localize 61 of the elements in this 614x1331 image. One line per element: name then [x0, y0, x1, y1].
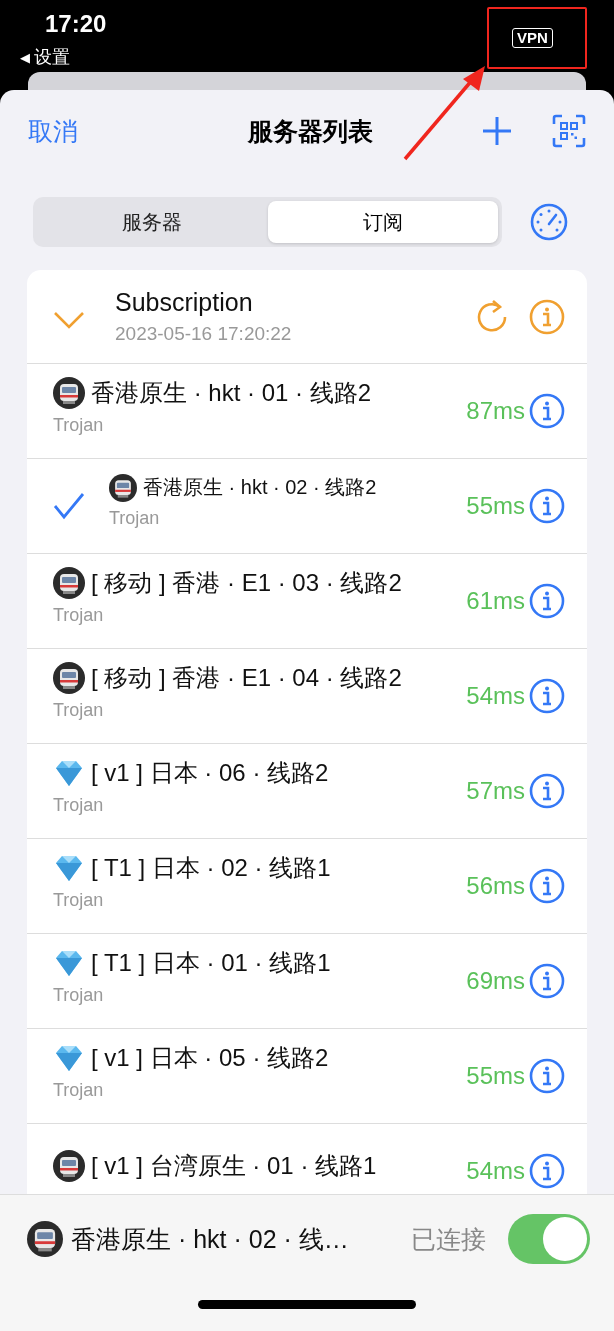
server-name[interactable]: [ T1 ] 日本 · 01 · 线路1: [91, 946, 331, 979]
info-icon[interactable]: [529, 1058, 565, 1094]
update-time: 2023-05-16 17:20:22: [115, 323, 293, 345]
train-icon: [53, 1150, 85, 1182]
latency: 55ms: [466, 492, 525, 520]
add-icon[interactable]: [482, 116, 512, 146]
server-protocol: Trojan: [53, 984, 105, 1006]
status-time: 17:20: [45, 10, 107, 38]
qr-scan-icon[interactable]: [552, 114, 586, 148]
train-icon: [27, 1221, 63, 1257]
back-link[interactable]: 设置: [34, 45, 70, 69]
server-protocol: Trojan: [53, 889, 105, 911]
latency: 69ms: [466, 967, 525, 995]
server-protocol: Trojan: [53, 414, 105, 436]
info-icon[interactable]: [529, 963, 565, 999]
info-icon[interactable]: [529, 678, 565, 714]
latency: 54ms: [466, 682, 525, 710]
connection-status: 已连接: [410, 1223, 486, 1255]
refresh-icon[interactable]: [475, 298, 509, 335]
vpn-toggle[interactable]: [508, 1214, 590, 1264]
info-icon[interactable]: [529, 868, 565, 904]
server-name[interactable]: [ 移动 ] 香港 · E1 · 04 · 线路2: [91, 661, 402, 694]
server-name[interactable]: [ v1 ] 日本 · 05 · 线路2: [91, 1041, 329, 1074]
server-name[interactable]: [ T1 ] 日本 · 02 · 线路1: [91, 851, 331, 884]
train-icon: [53, 376, 85, 409]
latency: 54ms: [466, 1157, 525, 1185]
checkmark-icon: [53, 492, 85, 520]
info-icon[interactable]: [529, 298, 565, 335]
latency: 61ms: [466, 587, 525, 615]
screen-title: 服务器列表: [246, 115, 374, 147]
train-icon: [109, 473, 137, 502]
server-protocol: Trojan: [53, 699, 105, 721]
server-name[interactable]: [ v1 ] 日本 · 06 · 线路2: [91, 756, 329, 789]
latency: 55ms: [466, 1062, 525, 1090]
latency: 56ms: [466, 872, 525, 900]
train-icon: [53, 661, 85, 694]
segment-tab[interactable]: 订阅: [267, 201, 498, 243]
current-server: 香港原生 · hkt · 02 · 线…: [71, 1223, 349, 1255]
info-icon[interactable]: [529, 773, 565, 809]
info-icon[interactable]: [529, 583, 565, 619]
server-protocol: Trojan: [53, 1079, 105, 1101]
segment-tab[interactable]: 服务器: [37, 201, 268, 243]
group-name: Subscription: [115, 288, 254, 317]
latency: 87ms: [466, 397, 525, 425]
latency: 57ms: [466, 777, 525, 805]
server-name[interactable]: [ v1 ] 台湾原生 · 01 · 线路1: [91, 1150, 377, 1182]
info-icon[interactable]: [529, 488, 565, 524]
cancel-button[interactable]: 取消: [28, 114, 78, 148]
chevron-icon[interactable]: [53, 309, 85, 330]
server-name[interactable]: 香港原生 · hkt · 02 · 线路2: [143, 474, 377, 501]
server-protocol: Trojan: [53, 794, 105, 816]
server-protocol: Trojan: [53, 604, 105, 626]
back-arrow[interactable]: ◀: [20, 49, 30, 65]
server-name[interactable]: [ 移动 ] 香港 · E1 · 03 · 线路2: [91, 566, 402, 599]
server-protocol: Trojan: [109, 507, 161, 529]
speedometer-icon[interactable]: [530, 203, 568, 241]
vpn-badge: VPN: [512, 28, 553, 48]
train-icon: [53, 566, 85, 599]
server-name[interactable]: 香港原生 · hkt · 01 · 线路2: [91, 376, 372, 409]
info-icon[interactable]: [529, 393, 565, 429]
info-icon[interactable]: [529, 1153, 565, 1189]
